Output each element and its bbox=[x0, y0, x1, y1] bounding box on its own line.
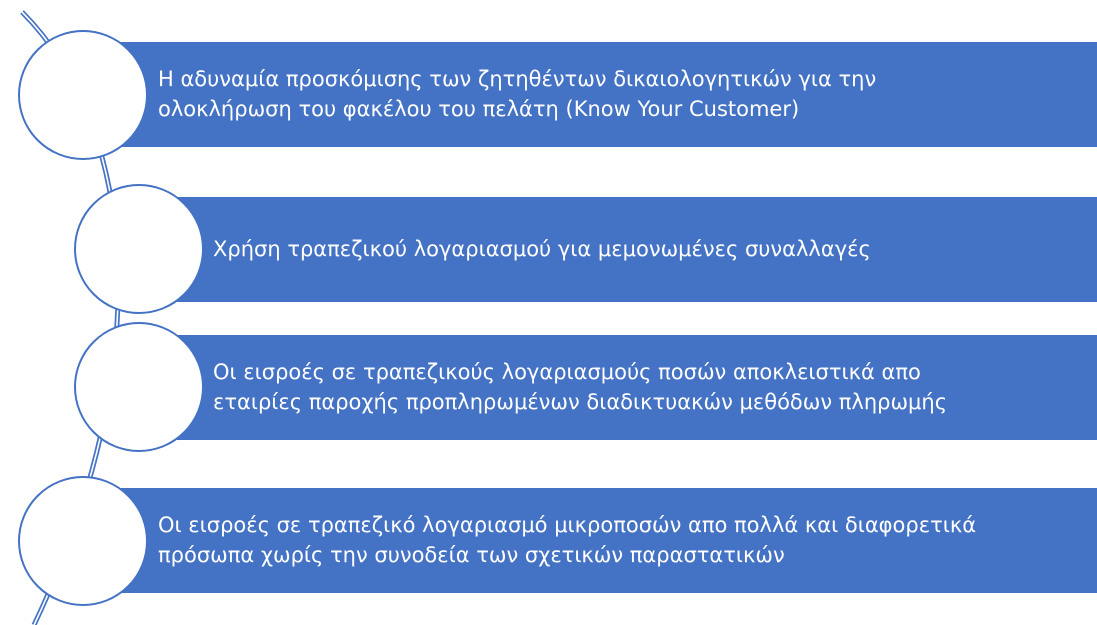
list-item-circle bbox=[18, 476, 148, 606]
list-item-circle bbox=[74, 322, 204, 452]
list-item-bar: Χρήση τραπεζικού λογαριασμού για μεμονωμ… bbox=[140, 197, 1097, 302]
vertical-circle-list-diagram: Η αδυναμία προσκόμισης των ζητηθέντων δι… bbox=[0, 0, 1097, 625]
list-item-circle bbox=[74, 184, 204, 314]
list-item-circle bbox=[18, 30, 148, 160]
list-item-text: Οι εισροές σε τραπεζικούς λογαριασμούς π… bbox=[213, 359, 948, 414]
list-item-bar: Η αδυναμία προσκόμισης των ζητηθέντων δι… bbox=[112, 42, 1097, 147]
list-item-bar: Οι εισροές σε τραπεζικούς λογαριασμούς π… bbox=[140, 335, 1097, 440]
list-item-bar: Οι εισροές σε τραπεζικό λογαριασμό μικρο… bbox=[112, 488, 1097, 593]
list-item-text: Οι εισροές σε τραπεζικό λογαριασμό μικρο… bbox=[158, 512, 977, 567]
list-item-text: Χρήση τραπεζικού λογαριασμού για μεμονωμ… bbox=[213, 236, 871, 261]
list-item-text: Η αδυναμία προσκόμισης των ζητηθέντων δι… bbox=[158, 66, 877, 121]
